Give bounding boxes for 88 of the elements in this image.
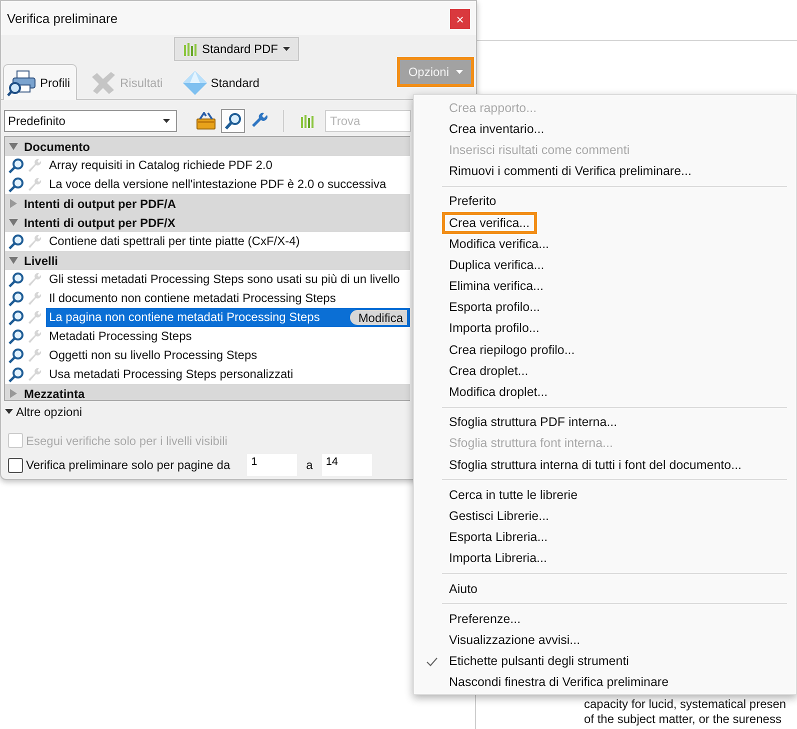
menu-item[interactable]: Preferenze...	[442, 608, 528, 630]
checkbox-label: Verifica preliminare solo per pagine da	[26, 458, 230, 472]
menu-item[interactable]: Preferito	[442, 190, 504, 212]
checkbox-label: Esegui verifiche solo per i livelli visibili	[26, 434, 228, 448]
check-list-item[interactable]: Metadati Processing Steps	[46, 327, 410, 346]
search-icon	[224, 112, 242, 130]
search-icon	[8, 234, 24, 250]
document-text-line: capacity for lucid, systematical presen	[584, 697, 788, 712]
bar-chart-icon	[300, 114, 314, 128]
menu-item[interactable]: Nascondi finestra di Verifica preliminare	[442, 671, 676, 694]
expanded-triangle-icon	[9, 142, 18, 151]
wrench-icon	[27, 348, 43, 364]
wrench-icon	[251, 112, 269, 130]
document-text-line: of the subject matter, or the sureness	[584, 712, 782, 727]
diamond-icon	[182, 70, 208, 96]
check-list-item[interactable]: Gli stessi metadati Processing Steps sono usati su più di un livello	[46, 270, 410, 289]
check-list-item[interactable]: Contiene dati spettrali per tinte piatte (CxF/X-4)	[46, 232, 410, 251]
search-icon	[8, 310, 24, 326]
expanded-triangle-icon	[9, 218, 18, 227]
menu-item[interactable]: Cerca in tutte le librerie	[442, 484, 585, 506]
menu-item[interactable]: Duplica verifica...	[442, 254, 552, 276]
group-header[interactable]: Intenti di output per PDF/A	[5, 194, 410, 213]
expanded-triangle-icon	[9, 256, 18, 265]
search-icon	[8, 176, 24, 192]
caret-icon	[283, 47, 290, 51]
menu-item[interactable]: Esporta profilo...	[442, 296, 548, 318]
search-button[interactable]	[221, 109, 245, 133]
caret-icon	[456, 70, 463, 74]
search-icon	[8, 348, 24, 364]
edit-button[interactable]: Modifica	[350, 310, 407, 325]
group-header[interactable]: Documento	[5, 137, 410, 156]
menu-item[interactable]: Gestisci Librerie...	[442, 504, 556, 527]
wrench-icon	[27, 234, 43, 250]
menu-item[interactable]: Crea riepilogo profilo...	[442, 338, 582, 361]
menu-item[interactable]: Crea droplet...	[442, 360, 536, 382]
page-to-field[interactable]: 14	[322, 454, 372, 476]
wrench-icon	[27, 272, 43, 288]
profile-dropdown[interactable]: Predefinito	[4, 110, 177, 132]
standard-pdf-dropdown[interactable]: Standard PDF	[174, 37, 300, 61]
menu-item[interactable]: Importa profilo...	[442, 317, 546, 340]
check-list-item[interactable]: Array requisiti in Catalog richiede PDF 2.0	[46, 156, 410, 175]
menu-item[interactable]: Visualizzazione avvisi...	[442, 628, 588, 651]
check-list-item[interactable]: Oggetti non su livello Processing Steps	[46, 346, 410, 365]
menu-item[interactable]: Etichette pulsanti degli strumenti	[442, 650, 636, 672]
search-icon	[8, 290, 24, 306]
collapsed-triangle-icon	[9, 199, 18, 208]
menu-item[interactable]: Modifica droplet...	[442, 381, 555, 404]
group-header[interactable]: Intenti di output per PDF/X	[5, 213, 410, 232]
wrench-icon	[27, 310, 43, 326]
collapsed-triangle-icon	[9, 389, 18, 398]
search-icon	[8, 272, 24, 288]
wrench-icon	[27, 366, 43, 382]
tab[interactable]: Standard	[178, 65, 266, 99]
page-from-field[interactable]: 1	[247, 454, 298, 476]
check-list-item[interactable]: La pagina non contiene metadati Processing Steps Modifica	[46, 308, 410, 327]
bar-chart-icon	[182, 42, 197, 56]
menu-item[interactable]: Rimuovi i commenti di Verifica preliminare...	[442, 160, 698, 182]
tab[interactable]: Profili	[3, 64, 78, 100]
close-button[interactable]: ×	[450, 9, 470, 29]
wrench-icon	[27, 158, 43, 174]
menu-item[interactable]: Elimina verifica...	[442, 275, 550, 298]
search-icon	[8, 328, 24, 344]
group-header[interactable]: Livelli	[5, 251, 410, 270]
search-field[interactable]: Trova	[325, 110, 411, 132]
menu-item[interactable]: Modifica verifica...	[442, 232, 556, 255]
wrench-icon	[27, 328, 43, 344]
menu-item[interactable]: Importa Libreria...	[442, 547, 554, 570]
toolbox-icon	[196, 112, 216, 130]
printer-icon	[7, 68, 37, 96]
menu-item[interactable]: Sfoglia struttura PDF interna...	[442, 411, 624, 434]
range-separator: a	[306, 458, 313, 472]
wrench-icon	[27, 176, 43, 192]
checkbox[interactable]	[8, 458, 23, 472]
search-icon	[8, 158, 24, 174]
check-list-item[interactable]: Usa metadati Processing Steps personalizzati	[46, 365, 410, 384]
menu-item[interactable]: Crea inventario...	[442, 118, 552, 140]
window-title: Verifica preliminare	[7, 10, 118, 26]
expanded-triangle-icon	[5, 409, 13, 415]
menu-item[interactable]: Aiuto	[442, 578, 484, 600]
search-icon	[8, 366, 24, 382]
check-list-item[interactable]: La voce della versione nell'intestazione PDF è 2.0 o successiva	[46, 175, 410, 194]
group-header[interactable]: Mezzatinta	[5, 384, 410, 400]
check-list-item[interactable]: Il documento non contiene metadati Processing Steps	[46, 289, 410, 308]
menu-item[interactable]: Crea verifica...	[442, 212, 537, 234]
menu-item[interactable]: Esporta Libreria...	[442, 526, 555, 548]
menu-item[interactable]: Sfoglia struttura interna di tutti i font del documento...	[442, 454, 749, 476]
wrench-icon	[27, 290, 43, 306]
caret-icon	[163, 119, 170, 123]
